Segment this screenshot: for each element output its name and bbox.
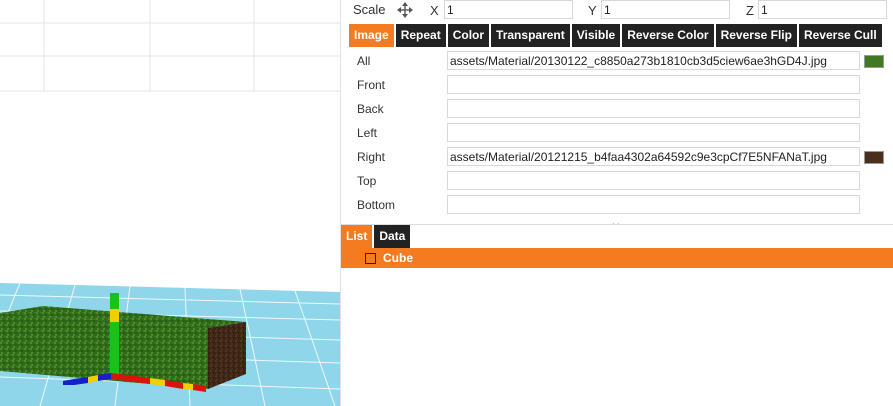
list-item-label: Cube [383, 251, 413, 265]
x-label: X [430, 3, 439, 18]
texture-row-bottom: Bottom [341, 194, 893, 216]
texture-row-all: All [341, 50, 893, 72]
background-grid [0, 0, 340, 92]
tab-reverse-flip[interactable]: Reverse Flip [715, 24, 797, 47]
texture-preview-swatch[interactable] [864, 151, 884, 164]
texture-label: Front [357, 78, 386, 92]
y-label: Y [588, 3, 597, 18]
texture-label: Back [357, 102, 384, 116]
visibility-checkbox[interactable] [365, 253, 376, 264]
tab-visible[interactable]: Visible [571, 24, 621, 47]
tab-color[interactable]: Color [447, 24, 490, 47]
tab-reverse-cull[interactable]: Reverse Cull [798, 24, 882, 47]
scale-z-input[interactable] [758, 0, 887, 19]
scene-viewport[interactable] [0, 0, 341, 406]
scale-y-input[interactable] [601, 0, 730, 19]
bottom-tabs: List Data [341, 225, 412, 248]
properties-panel: Scale X Y Z Image Repeat Color Transpare… [341, 0, 893, 406]
texture-row-back: Back [341, 98, 893, 120]
scene-canvas[interactable] [0, 0, 341, 406]
texture-label: Right [357, 150, 386, 164]
tab-data[interactable]: Data [374, 225, 411, 248]
texture-path-input[interactable] [447, 195, 860, 214]
texture-path-input[interactable] [447, 51, 860, 70]
texture-preview-swatch[interactable] [864, 55, 884, 68]
texture-row-front: Front [341, 74, 893, 96]
tab-transparent[interactable]: Transparent [491, 24, 570, 47]
texture-path-input[interactable] [447, 147, 860, 166]
material-tabs: Image Repeat Color Transparent Visible R… [349, 24, 884, 48]
tab-image[interactable]: Image [349, 24, 394, 47]
tab-reverse-color[interactable]: Reverse Color [622, 24, 714, 47]
tab-list[interactable]: List [341, 225, 373, 248]
z-label: Z [746, 3, 754, 18]
scale-x-input[interactable] [444, 0, 573, 19]
move-arrows-icon[interactable] [396, 1, 414, 19]
texture-path-input[interactable] [447, 123, 860, 142]
list-item-cube[interactable]: Cube [341, 248, 893, 268]
resize-grip-icon[interactable]: · · [612, 220, 622, 228]
scale-label: Scale [353, 2, 386, 17]
texture-row-right: Right [341, 146, 893, 168]
texture-row-top: Top [341, 170, 893, 192]
texture-label: Top [357, 174, 377, 188]
texture-label: Bottom [357, 198, 396, 212]
texture-label: Left [357, 126, 378, 140]
texture-label: All [357, 54, 371, 68]
texture-row-left: Left [341, 122, 893, 144]
texture-path-input[interactable] [447, 171, 860, 190]
scale-row: Scale X Y Z [341, 0, 893, 20]
texture-path-input[interactable] [447, 75, 860, 94]
texture-path-input[interactable] [447, 99, 860, 118]
tab-repeat[interactable]: Repeat [395, 24, 446, 47]
